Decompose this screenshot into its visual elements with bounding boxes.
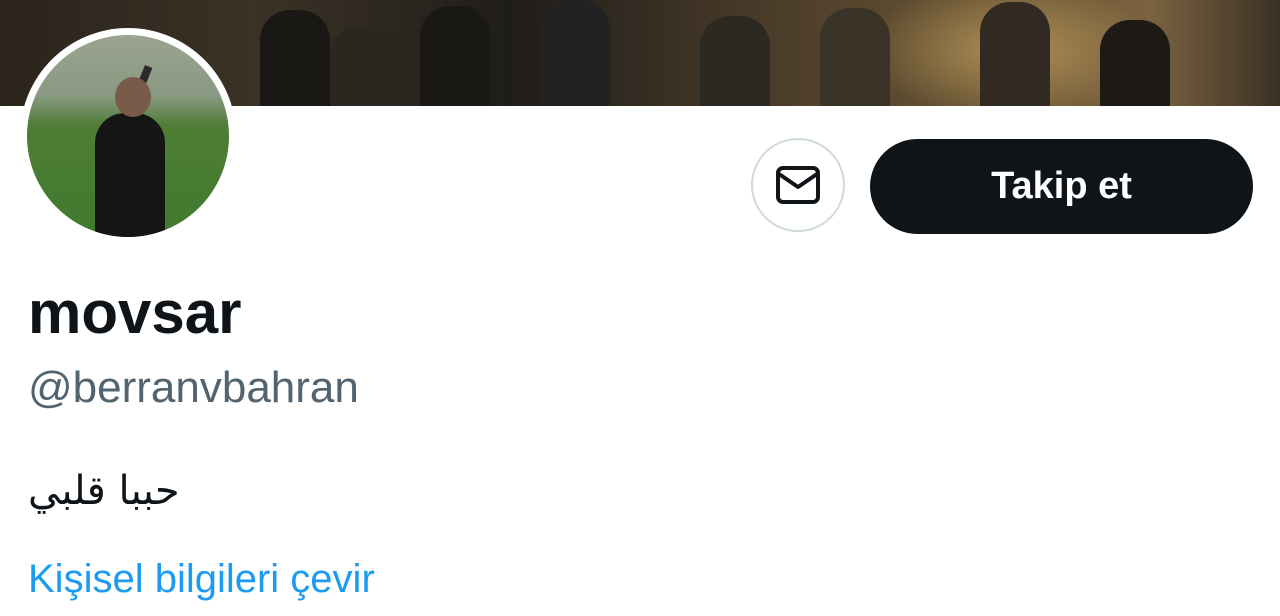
banner-figure <box>700 16 770 106</box>
envelope-icon <box>776 166 820 204</box>
banner-figure <box>420 6 490 106</box>
banner-figure <box>1100 20 1170 106</box>
profile-bio: حببا قلبي <box>28 468 180 514</box>
avatar-person-head <box>115 77 151 117</box>
avatar[interactable] <box>27 35 229 237</box>
banner-figure <box>980 2 1050 106</box>
follow-button[interactable]: Takip et <box>870 139 1253 234</box>
banner-figure <box>540 0 610 106</box>
translate-bio-link[interactable]: Kişisel bilgileri çevir <box>28 555 375 603</box>
message-button[interactable] <box>751 138 845 232</box>
banner-figure <box>330 26 400 106</box>
banner-figure <box>260 10 330 106</box>
banner-figure <box>820 8 890 106</box>
display-name: movsar <box>28 279 242 346</box>
avatar-person <box>95 113 165 237</box>
user-handle: @berranvbahran <box>28 363 359 412</box>
